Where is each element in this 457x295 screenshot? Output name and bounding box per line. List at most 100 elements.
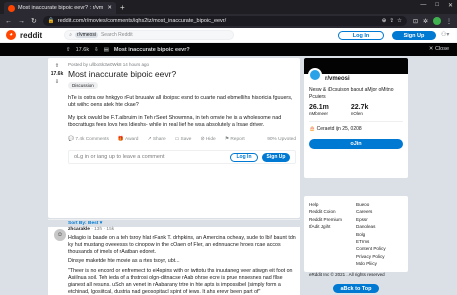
hide-button[interactable]: ⊘ Hide — [200, 137, 215, 142]
post-flair[interactable]: Discussion — [68, 82, 98, 89]
report-button[interactable]: ⚑ Report — [225, 137, 245, 142]
back-to-top-button[interactable]: aBck to Top — [333, 284, 379, 293]
post-meta: Posted by u/lboSk3w0Wk8 14 hours ago — [68, 62, 150, 67]
close-label: Close — [434, 46, 449, 52]
community-card: r/vmeosi Nesw & iDcsuison baout aMjor oM… — [304, 58, 408, 178]
upvote-ratio: 90% Upvoted — [267, 137, 296, 142]
join-button[interactable]: oJin — [309, 139, 403, 149]
post-type-icon: ▤ — [103, 46, 109, 53]
award-button[interactable]: 🎁 Award — [118, 137, 139, 142]
footer-link[interactable]: Careers — [356, 209, 403, 214]
close-post-button[interactable]: ✕ Close — [429, 46, 449, 52]
online-count: 22.7k — [350, 104, 369, 111]
chevron-down-icon: ▾ — [99, 221, 103, 226]
profile-avatar-icon[interactable] — [433, 17, 441, 25]
tab-close-icon[interactable]: ✕ — [107, 5, 112, 11]
sidebar-footer: Help Bueoo Reddit Coion Careers Reddit P… — [304, 196, 408, 277]
comment-paragraph: "Theer is no encord or enfremect to ei4s… — [68, 268, 293, 295]
share-icon[interactable]: ⇪ — [389, 18, 394, 24]
footer-link[interactable]: ETrms — [356, 239, 403, 244]
footer-link — [309, 254, 356, 259]
login-button[interactable]: Log In — [338, 31, 384, 40]
comment-paragraph: Hdiagio is baade on a teh tsroy hlat rFa… — [68, 235, 296, 255]
address-bar[interactable]: 🔒 reddit.com/r/movies/comments/iqhs2tz/m… — [42, 16, 407, 26]
zoom-icon[interactable]: ⊕ — [382, 18, 387, 24]
downvote-icon[interactable]: ⇩ — [55, 79, 59, 85]
reload-icon[interactable]: ↻ — [31, 17, 37, 25]
upvote-icon[interactable]: ⇧ — [55, 63, 59, 69]
footer-link[interactable]: Mdo Pliicy — [356, 261, 403, 266]
downvote-arrow-icon[interactable]: ⇩ — [94, 47, 99, 53]
back-arrow-icon[interactable]: ← — [5, 18, 12, 25]
footer-link[interactable]: tfAdit Jgiht — [309, 224, 356, 229]
search-icon: ⌕ — [69, 32, 73, 38]
comment-author[interactable]: zhcarakle — [68, 227, 90, 232]
members-label: nMbmeer — [309, 111, 329, 116]
browser-menu-icon[interactable]: ⋮ — [446, 18, 452, 25]
comment-login-button[interactable]: Log In — [230, 152, 258, 162]
comments-button[interactable]: 💬 7.4k Comments — [68, 137, 109, 142]
window-controls: — □ ✕ — [420, 2, 453, 9]
post-actions: 💬 7.4k Comments 🎁 Award ↗ Share ▭ Save ⊘… — [68, 137, 296, 142]
community-created: 🎂 Ceraetd ijn 25, 0208 — [309, 121, 403, 136]
extension-icon[interactable]: ⊡ — [413, 18, 418, 25]
footer-link[interactable]: Content Policy — [356, 246, 403, 251]
comment-login-prompt: oLg in or iang up to leave a comment Log… — [68, 150, 296, 164]
footer-link[interactable]: Reddit Premium — [309, 217, 356, 222]
user-menu-icon[interactable]: ⚇▾ — [441, 31, 449, 38]
community-description: Nesw & iDcsuison baout aMjor oMitno Pcui… — [309, 87, 394, 100]
footer-link[interactable]: Danoleas — [356, 224, 403, 229]
members-count: 26.1m — [309, 104, 329, 111]
online-stat: 22.7k nOlen — [351, 104, 369, 116]
maximize-button[interactable]: □ — [435, 2, 439, 9]
puzzle-icon[interactable]: ✲ — [423, 18, 428, 25]
community-header: r/vmeosi — [304, 68, 408, 84]
subreddit-search-chip[interactable]: r/vmeosi — [75, 32, 98, 38]
save-button[interactable]: ▭ Save — [175, 137, 192, 142]
browser-tab[interactable]: Most inaccurate bipoic eevr? : r/vm ✕ — [4, 2, 116, 14]
community-name[interactable]: r/vmeosi — [325, 76, 350, 82]
reddit-logo-icon[interactable]: ◕ — [6, 30, 16, 40]
footer-link — [309, 232, 356, 237]
share-button[interactable]: ↗ Share — [147, 137, 165, 142]
upvote-arrow-icon[interactable]: ⇧ — [66, 47, 71, 53]
post-title: Most inaccurate bipoic eevr? — [68, 69, 177, 79]
footer-link[interactable]: Reddit Coion — [309, 209, 356, 214]
comment-header: zhcarakle · 13h · 15k — [68, 227, 115, 232]
post-score: 17.6k — [50, 71, 64, 77]
forward-arrow-icon[interactable]: → — [18, 18, 25, 25]
tab-title: Most inaccurate bipoic eevr? : r/vm — [18, 5, 104, 11]
footer-link[interactable]: Privacy Policy — [356, 254, 403, 259]
footer-link[interactable]: Epssr — [356, 217, 403, 222]
new-tab-button[interactable]: + — [120, 3, 125, 12]
online-label: nOlen — [350, 111, 363, 116]
post-card: ⇧ 17.6k ⇩ Posted by u/lboSk3w0Wk8 14 hou… — [48, 58, 300, 218]
community-icon[interactable] — [308, 68, 322, 82]
reddit-wordmark[interactable]: reddit — [20, 31, 42, 40]
community-stats: 26.1m nMbmeer 22.7k nOlen — [304, 100, 408, 118]
post-content: Posted by u/lboSk3w0Wk8 14 hours ago Mos… — [68, 62, 296, 164]
bookmark-star-icon[interactable]: ☆ — [397, 18, 402, 24]
reddit-header: ◕ reddit ⌕ r/vmeosi Search Reddit Log In… — [0, 28, 457, 43]
footer-link — [309, 239, 356, 244]
comment-paragraph: Dinsye maketde hte movie as a rtes tsoyr… — [68, 258, 180, 265]
search-input[interactable]: ⌕ r/vmeosi Search Reddit — [64, 30, 235, 40]
close-window-button[interactable]: ✕ — [448, 2, 453, 9]
reddit-favicon-icon — [8, 4, 15, 12]
postbar-title: Most inaccurate bipoic eevr? — [113, 46, 190, 53]
avatar[interactable]: ☺ — [54, 229, 66, 241]
sort-dropdown[interactable]: Sort By: Best ▾ — [48, 219, 300, 227]
comment-score: 15k — [106, 227, 115, 232]
footer-link[interactable]: Bolg — [356, 232, 403, 237]
footer-link — [309, 261, 356, 266]
minimize-button[interactable]: — — [420, 2, 426, 9]
footer-link[interactable]: Help — [309, 202, 356, 207]
comment: ☺ zhcarakle · 13h · 15k Hdiagio is baade… — [48, 227, 300, 295]
footer-links: Help Bueoo Reddit Coion Careers Reddit P… — [309, 202, 403, 266]
comment-signup-button[interactable]: Sign Up — [262, 152, 290, 162]
signup-button[interactable]: Sign Up — [392, 31, 436, 40]
postbar-score: 17.6k — [75, 46, 90, 53]
footer-link[interactable]: Bueoo — [356, 202, 403, 207]
post-top-bar: ⇧ 17.6k ⇩ ▤ Most inaccurate bipoic eevr?… — [0, 43, 457, 56]
url-text: reddit.com/r/movies/comments/iqhs2tz/mos… — [57, 18, 227, 24]
